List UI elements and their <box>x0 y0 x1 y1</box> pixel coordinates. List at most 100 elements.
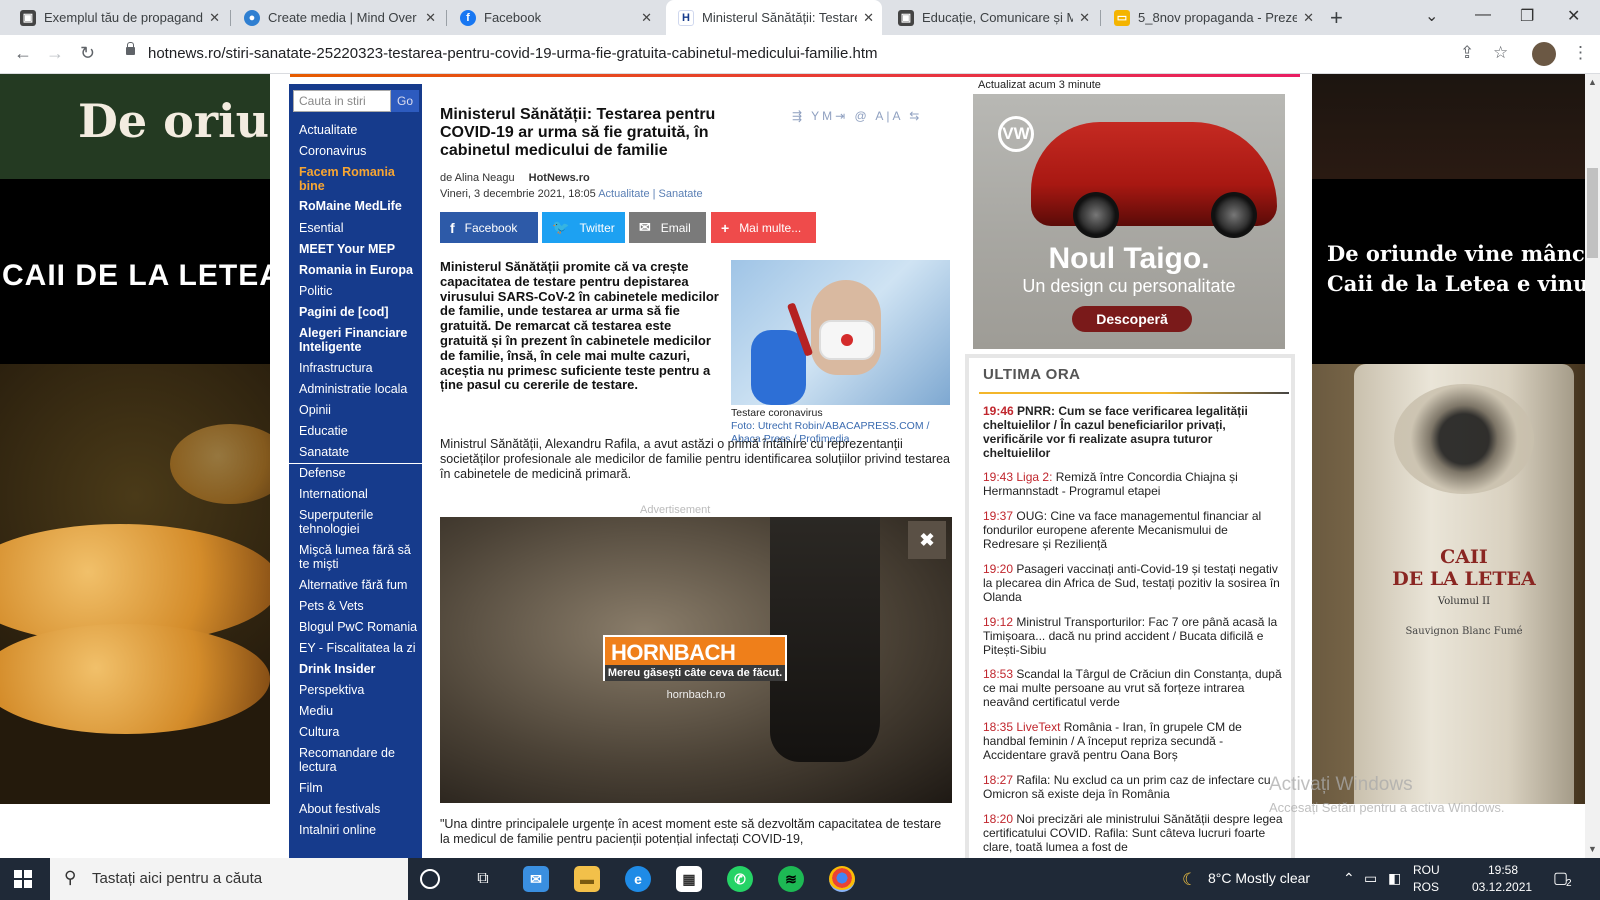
close-ad-button[interactable]: ✖ <box>908 521 946 559</box>
skin-ad-right[interactable]: De oriunde vine mânca Caii de la Letea e… <box>1312 74 1600 804</box>
share-icon[interactable]: ⇪ <box>1460 43 1474 63</box>
store-icon[interactable]: ▦ <box>676 866 702 892</box>
share-facebook-button[interactable]: f Facebook <box>440 212 538 243</box>
nav-item-about-festivals[interactable]: About festivals <box>299 802 421 816</box>
share-twitter-button[interactable]: 🐦 Twitter <box>542 212 625 243</box>
volume-icon[interactable]: ◧ <box>1388 870 1401 887</box>
vw-discover-button[interactable]: Descoperă <box>1072 306 1192 332</box>
close-tab-icon[interactable]: ✕ <box>1079 10 1090 26</box>
nav-item-intalniri-online[interactable]: Intalniri online <box>299 823 421 837</box>
nav-item-infrastructura[interactable]: Infrastructura <box>299 361 421 375</box>
article-photo[interactable] <box>731 260 950 405</box>
chrome-icon[interactable] <box>829 866 855 892</box>
close-window-icon[interactable]: ✕ <box>1567 6 1580 26</box>
article-author[interactable]: de Alina Neagu <box>440 172 515 184</box>
new-tab-button[interactable]: + <box>1330 5 1343 31</box>
task-view-icon[interactable]: ⧉ <box>470 866 496 892</box>
nav-item-ey-fiscalitatea[interactable]: EY - Fiscalitatea la zi <box>299 641 421 655</box>
nav-item-politic[interactable]: Politic <box>299 284 421 298</box>
tab-search-icon[interactable]: ⌄ <box>1425 6 1438 26</box>
nav-item-romaine-medlife[interactable]: RoMaine MedLife <box>299 199 421 213</box>
news-item[interactable]: 18:35 LiveText România - Iran, în grupel… <box>983 720 1283 762</box>
close-tab-icon[interactable]: ✕ <box>209 10 220 26</box>
news-item[interactable]: 19:20 Pasageri vaccinați anti-Covid-19 ș… <box>983 562 1283 604</box>
nav-item-sanatate[interactable]: Sanatate <box>299 445 421 459</box>
tab-create-media[interactable]: ● Create media | Mind Over Media ✕ <box>232 0 444 35</box>
close-tab-icon[interactable]: ✕ <box>641 10 652 26</box>
nav-item-alternative-fara-fum[interactable]: Alternative fără fum <box>299 578 421 592</box>
cortana-icon[interactable] <box>420 869 440 889</box>
nav-item-actualitate[interactable]: Actualitate <box>299 123 421 137</box>
nav-item-coronavirus[interactable]: Coronavirus <box>299 144 421 158</box>
nav-item-recomandare-de-lectura[interactable]: Recomandare de lectura <box>299 746 421 774</box>
nav-item-mediu[interactable]: Mediu <box>299 704 421 718</box>
url-text[interactable]: hotnews.ro/stiri-sanatate-25220323-testa… <box>148 45 878 62</box>
scroll-up-icon[interactable]: ▲ <box>1588 77 1597 87</box>
profile-avatar[interactable] <box>1532 42 1556 66</box>
scrollbar-thumb[interactable] <box>1587 168 1598 258</box>
hornbach-video-ad[interactable]: HORNBACH Mereu găsești câte ceva de făcu… <box>440 517 952 803</box>
scroll-down-icon[interactable]: ▼ <box>1588 844 1597 854</box>
address-bar[interactable]: hotnews.ro/stiri-sanatate-25220323-testa… <box>112 39 1582 69</box>
nav-item-defense[interactable]: Defense <box>299 466 421 480</box>
input-language-1[interactable]: ROU <box>1413 863 1440 877</box>
nav-item-romania-in-europa[interactable]: Romania in Europa <box>299 263 421 277</box>
back-arrow-icon[interactable]: ← <box>14 43 32 64</box>
input-language-2[interactable]: ROS <box>1413 880 1439 894</box>
nav-item-misca-lumea[interactable]: Mişcă lumea fără să te mişti <box>299 543 421 571</box>
search-input[interactable]: Cauta in stiri <box>293 90 391 112</box>
whatsapp-icon[interactable]: ✆ <box>727 866 753 892</box>
page-scrollbar[interactable]: ▲ ▼ <box>1585 74 1600 858</box>
news-item[interactable]: 19:43 Liga 2: Remiză între Concordia Chi… <box>983 470 1283 498</box>
search-go-button[interactable]: Go <box>391 90 419 112</box>
tray-chevron-icon[interactable]: ⌃ <box>1343 870 1355 887</box>
nav-item-administratie-locala[interactable]: Administratie locala <box>299 382 421 396</box>
nav-item-opinii[interactable]: Opinii <box>299 403 421 417</box>
tab-exemplul[interactable]: ▣ Exemplul tău de propagandă ✕ <box>8 0 228 35</box>
nav-item-blogul-pwc[interactable]: Blogul PwC Romania <box>299 620 421 634</box>
more-menu-icon[interactable]: ⋮ <box>1572 43 1589 63</box>
article-categories[interactable]: Actualitate | Sanatate <box>598 188 702 200</box>
tab-hotnews[interactable]: H Ministerul Sănătății: Testarea ✕ <box>666 0 882 35</box>
mail-icon[interactable]: ✉ <box>523 866 549 892</box>
nav-item-meet-your-mep[interactable]: MEET Your MEP <box>299 242 421 256</box>
clock-time[interactable]: 19:58 <box>1488 863 1518 877</box>
tab-educatie[interactable]: ▣ Educație, Comunicare și Media ✕ <box>886 0 1098 35</box>
network-icon[interactable]: ▭ <box>1364 870 1377 887</box>
share-more-button[interactable]: + Mai multe... <box>711 212 816 243</box>
bookmark-star-icon[interactable]: ☆ <box>1493 43 1508 63</box>
news-item[interactable]: 19:12 Ministrul Transporturilor: Fac 7 o… <box>983 615 1283 657</box>
taskbar-search-box[interactable]: ⚲ Tastați aici pentru a căuta <box>50 858 408 900</box>
share-email-button[interactable]: ✉ Email <box>629 212 706 243</box>
spotify-icon[interactable]: ≋ <box>778 866 804 892</box>
nav-item-pets-vets[interactable]: Pets & Vets <box>299 599 421 613</box>
close-tab-icon[interactable]: ✕ <box>425 10 436 26</box>
nav-item-drink-insider[interactable]: Drink Insider <box>299 662 421 676</box>
windows-start-icon[interactable] <box>14 870 32 888</box>
nav-item-alegeri-financiare[interactable]: Alegeri Financiare Inteligente <box>299 326 421 354</box>
nav-item-facem-romania-bine[interactable]: Facem Romania bine <box>299 165 421 193</box>
file-explorer-icon[interactable]: ▬ <box>574 866 600 892</box>
nav-item-superputerile-tehnologiei[interactable]: Superputerile tehnologiei <box>299 508 421 536</box>
nav-item-international[interactable]: International <box>299 487 421 501</box>
vw-taigo-ad[interactable]: VW Noul Taigo. Un design cu personalitat… <box>973 94 1285 349</box>
news-item[interactable]: 19:37 OUG: Cine va face managementul fin… <box>983 509 1283 551</box>
edge-icon[interactable]: e <box>625 866 651 892</box>
maximize-icon[interactable]: ❐ <box>1520 6 1534 26</box>
news-item[interactable]: 18:20 Noi precizări ale ministrului Sănă… <box>983 812 1283 854</box>
nav-item-film[interactable]: Film <box>299 781 421 795</box>
nav-item-perspektiva[interactable]: Perspektiva <box>299 683 421 697</box>
close-tab-icon[interactable]: ✕ <box>1303 10 1314 26</box>
skin-ad-left[interactable]: De oriun CAII DE LA LETEA <box>0 74 270 804</box>
news-item[interactable]: 18:27 Rafila: Nu exclud ca un prim caz d… <box>983 773 1283 801</box>
clock-date[interactable]: 03.12.2021 <box>1472 880 1532 894</box>
news-item[interactable]: 19:46 PNRR: Cum se face verificarea lega… <box>983 404 1283 460</box>
tab-facebook[interactable]: f Facebook ✕ <box>448 0 660 35</box>
minimize-icon[interactable]: — <box>1475 6 1491 24</box>
weather-text[interactable]: 8°C Mostly clear <box>1208 870 1310 886</box>
reload-icon[interactable]: ↻ <box>80 43 95 64</box>
nav-item-pagini-de-cod[interactable]: Pagini de [cod] <box>299 305 421 319</box>
tab-slides[interactable]: ▭ 5_8nov propaganda - Prezentare ✕ <box>1102 0 1322 35</box>
close-tab-icon[interactable]: ✕ <box>863 10 874 26</box>
news-item[interactable]: 18:53 Scandal la Târgul de Crăciun din C… <box>983 667 1283 709</box>
